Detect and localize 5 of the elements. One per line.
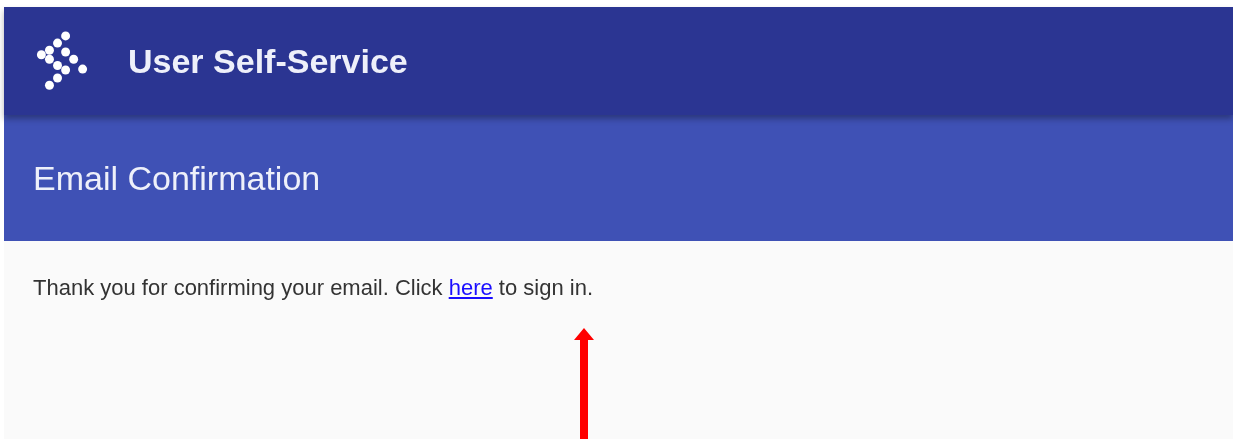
confirmation-message: Thank you for confirming your email. Click here to sign in. [33,275,595,301]
app-title: User Self-Service [128,41,408,81]
dotted-diamond-logo-icon [36,29,88,93]
page-title: Email Confirmation [33,158,321,198]
sign-in-link[interactable]: here [448,275,493,300]
